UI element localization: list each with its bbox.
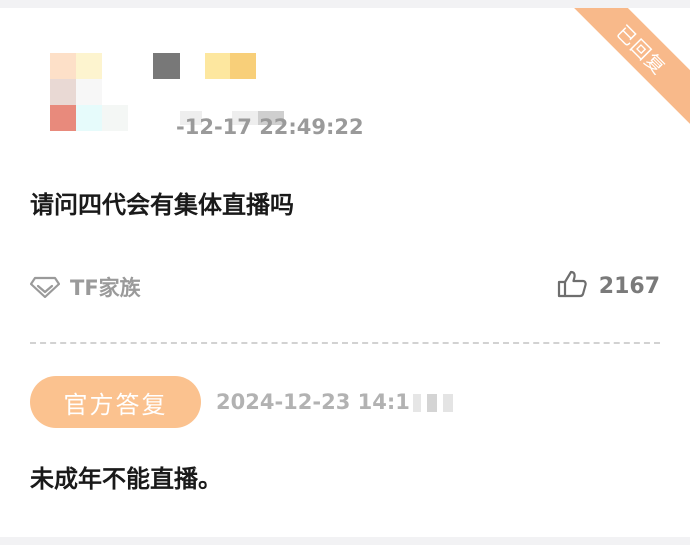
reply-date-redacted: [413, 392, 463, 416]
avatar[interactable]: [50, 53, 128, 131]
thumbs-up-icon: [557, 270, 587, 302]
post-date: -12-17 22:49:22: [176, 115, 364, 139]
official-reply-badge-label: 官方答复: [63, 390, 168, 419]
question-card: 已回复 -12-17 22:49:22 请问四代会有集体直播吗 TF家族 216…: [0, 8, 690, 537]
replied-ribbon-label: 已回复: [611, 21, 670, 80]
replied-ribbon: 已回复: [550, 8, 690, 141]
reply-date: 2024-12-23 14:1: [216, 390, 410, 414]
like-count: 2167: [598, 273, 660, 299]
topic-tag[interactable]: TF家族: [30, 272, 141, 302]
section-divider: [30, 342, 660, 344]
official-answer-text: 未成年不能直播。: [30, 465, 222, 493]
diamond-tag-icon: [30, 276, 60, 298]
official-reply-badge: 官方答复: [30, 376, 201, 428]
topic-tag-label: TF家族: [70, 276, 141, 300]
like-button[interactable]: 2167: [557, 270, 660, 302]
question-text: 请问四代会有集体直播吗: [30, 191, 294, 219]
